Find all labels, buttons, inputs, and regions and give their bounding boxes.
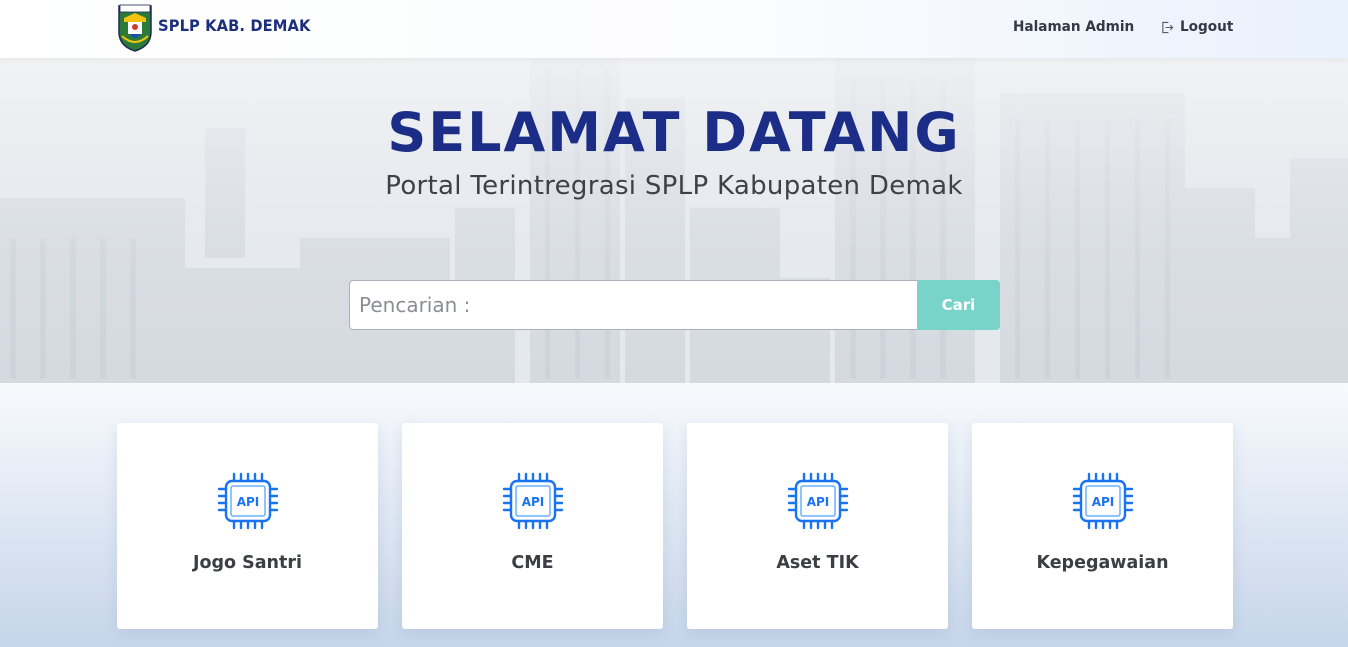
welcome-heading: SELAMAT DATANG	[387, 101, 961, 164]
service-card-label: CME	[511, 553, 554, 573]
brand-link[interactable]: SPLP KAB. DEMAK	[116, 2, 324, 54]
svg-text:API: API	[522, 495, 545, 509]
hero-section: SELAMAT DATANG Portal Terintregrasi SPLP…	[0, 58, 1348, 383]
api-chip-icon: API	[217, 472, 279, 530]
svg-text:API: API	[807, 495, 830, 509]
service-card-label: Jogo Santri	[192, 553, 303, 573]
api-chip-icon: API	[787, 472, 849, 530]
nav-admin-link[interactable]: Halaman Admin	[1013, 19, 1134, 35]
search-button[interactable]: Cari	[917, 280, 1000, 330]
search-bar: Cari	[349, 280, 1000, 330]
brand-title: SPLP KAB. DEMAK	[158, 16, 311, 35]
svg-text:API: API	[237, 495, 260, 509]
logout-icon	[1162, 21, 1174, 33]
portal-subtitle: Portal Terintregrasi SPLP Kabupaten Dema…	[385, 171, 963, 201]
api-chip-icon: API	[1072, 472, 1134, 530]
service-card-label: Kepegawaian	[1036, 553, 1169, 573]
service-card-aset-tik[interactable]: API Aset TIK	[687, 423, 948, 629]
top-navbar: SPLP KAB. DEMAK Halaman Admin Logout	[0, 0, 1348, 58]
logout-label: Logout	[1180, 19, 1234, 35]
api-chip-icon: API	[502, 472, 564, 530]
svg-text:API: API	[1092, 495, 1115, 509]
service-card-jogo-santri[interactable]: API Jogo Santri	[117, 423, 378, 629]
demak-crest-logo	[118, 4, 152, 52]
service-card-kepegawaian[interactable]: API Kepegawaian	[972, 423, 1233, 629]
logout-link[interactable]: Logout	[1161, 19, 1237, 35]
api-services-section: API Jogo Santri API CME API Aset TIK API…	[0, 383, 1348, 647]
service-card-cme[interactable]: API CME	[402, 423, 663, 629]
service-card-label: Aset TIK	[776, 553, 859, 573]
search-input[interactable]	[349, 280, 917, 330]
